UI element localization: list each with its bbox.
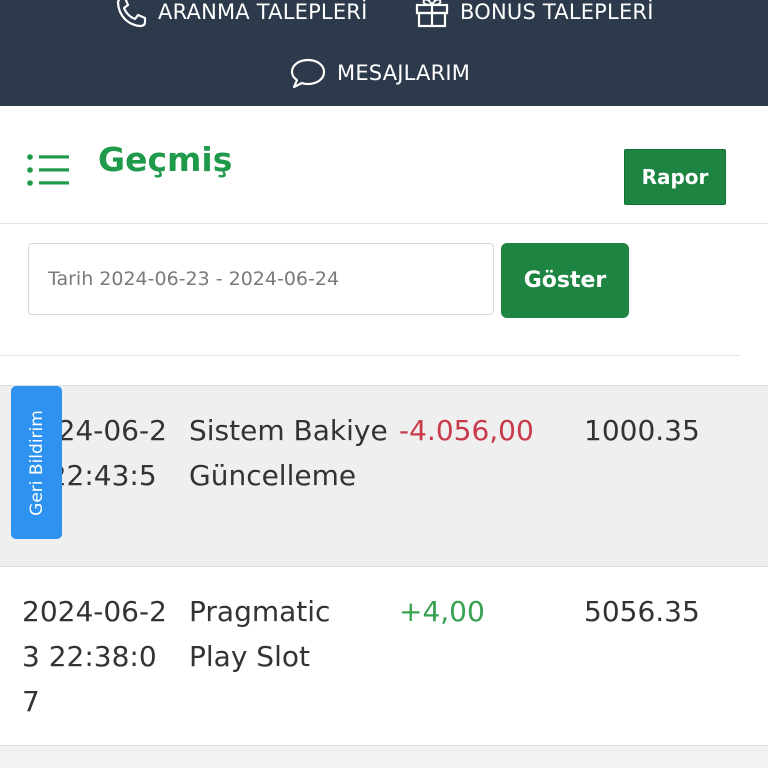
transaction-date: 2024-06-23 22:38:07 [22, 595, 167, 718]
phone-icon [116, 0, 147, 28]
transaction-amount: +4,00 [399, 595, 485, 628]
list-menu-icon[interactable] [26, 152, 72, 188]
transaction-description: Pragmatic Play Slot [189, 595, 331, 673]
nav-bonus-label: BONUS TALEPLERİ [460, 0, 654, 24]
nav-messages-label: MESAJLARIM [337, 61, 471, 85]
gift-icon [415, 0, 449, 28]
report-button[interactable]: Rapor [624, 149, 726, 205]
feedback-label: Geri Bildirim [26, 409, 47, 516]
transaction-amount: -4.056,00 [399, 414, 534, 447]
table-row: 2024-06-23 22:38:07 Pragmatic Play Slot … [0, 566, 768, 746]
page-title: Geçmiş [98, 140, 233, 179]
divider [0, 355, 740, 356]
transaction-balance: 1000.35 [584, 414, 700, 447]
transaction-balance: 5056.35 [584, 595, 700, 628]
transaction-description: Sistem Bakiye Güncelleme [189, 414, 388, 492]
nav-calls-link[interactable]: ARANMA TALEPLERİ [112, 0, 368, 32]
nav-bonus-link[interactable]: BONUS TALEPLERİ [414, 0, 654, 32]
table-row: 2024-06-23 22:43:51 Sistem Bakiye Güncel… [0, 385, 768, 566]
top-navigation: ARANMA TALEPLERİ BONUS TALEPLERİ MESAJLA… [0, 0, 768, 106]
nav-messages-link[interactable]: MESAJLARIM [289, 55, 470, 91]
nav-calls-label: ARANMA TALEPLERİ [158, 0, 368, 24]
show-button[interactable]: Göster [501, 243, 629, 318]
chat-bubble-icon [290, 58, 326, 89]
page-header: Geçmiş Rapor [0, 106, 768, 224]
feedback-tab[interactable]: Geri Bildirim [11, 386, 62, 539]
table-row [0, 746, 768, 768]
date-range-input[interactable] [28, 243, 494, 315]
